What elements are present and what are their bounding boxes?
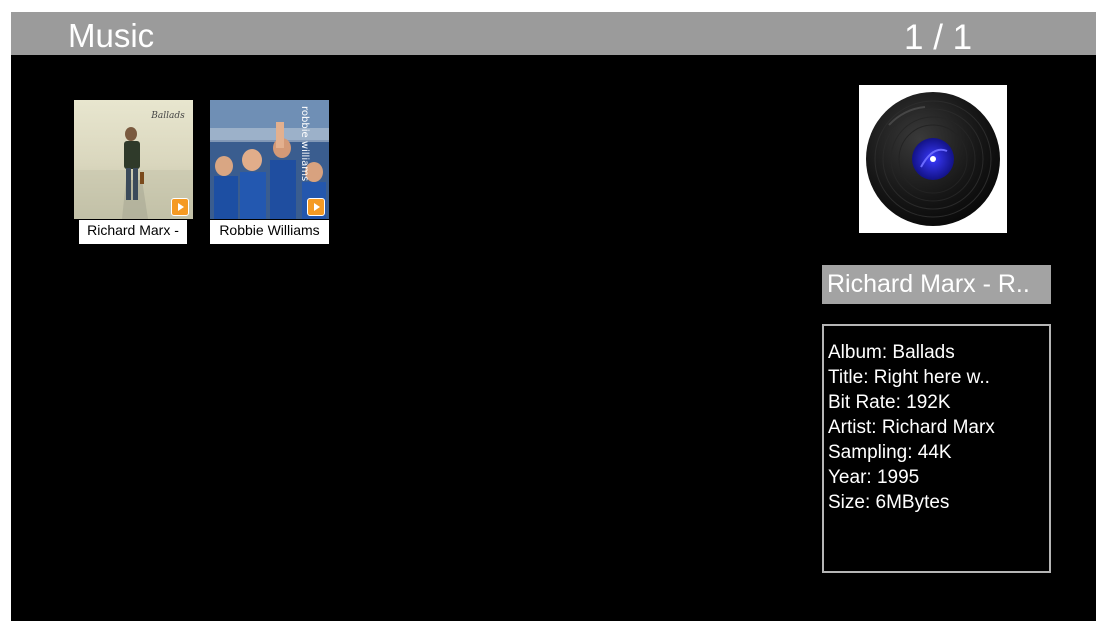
- page-indicator: 1 / 1: [904, 18, 973, 57]
- header-bar: Music 1 / 1: [11, 12, 1096, 57]
- page-title: Music: [68, 17, 155, 54]
- song-title: Richard Marx - R..: [822, 265, 1051, 304]
- info-album: Album: Ballads: [828, 342, 955, 363]
- info-artist: Artist: Richard Marx: [828, 417, 995, 438]
- song-info-panel: Album: Ballads Title: Right here w.. Bit…: [822, 324, 1051, 573]
- info-sampling: Sampling: 44K: [828, 442, 952, 463]
- music-item-thumbnail[interactable]: robbie williams: [210, 100, 329, 219]
- music-screen: Music 1 / 1 Ballads Richard Marx - robbi…: [11, 12, 1096, 621]
- play-icon: [171, 198, 189, 216]
- music-item-label[interactable]: Richard Marx -: [79, 220, 187, 244]
- cover-text: robbie williams: [299, 106, 310, 181]
- music-item-label[interactable]: Robbie Williams: [210, 220, 329, 244]
- disc-preview: [859, 85, 1007, 233]
- info-title: Title: Right here w..: [828, 367, 990, 388]
- music-item-thumbnail[interactable]: Ballads: [74, 100, 193, 219]
- info-bit-rate: Bit Rate: 192K: [828, 392, 951, 413]
- info-size: Size: 6MBytes: [828, 492, 950, 513]
- play-icon: [307, 198, 325, 216]
- info-year: Year: 1995: [828, 467, 920, 488]
- vinyl-disc-icon: [866, 92, 1000, 226]
- cover-text: Ballads: [150, 111, 185, 121]
